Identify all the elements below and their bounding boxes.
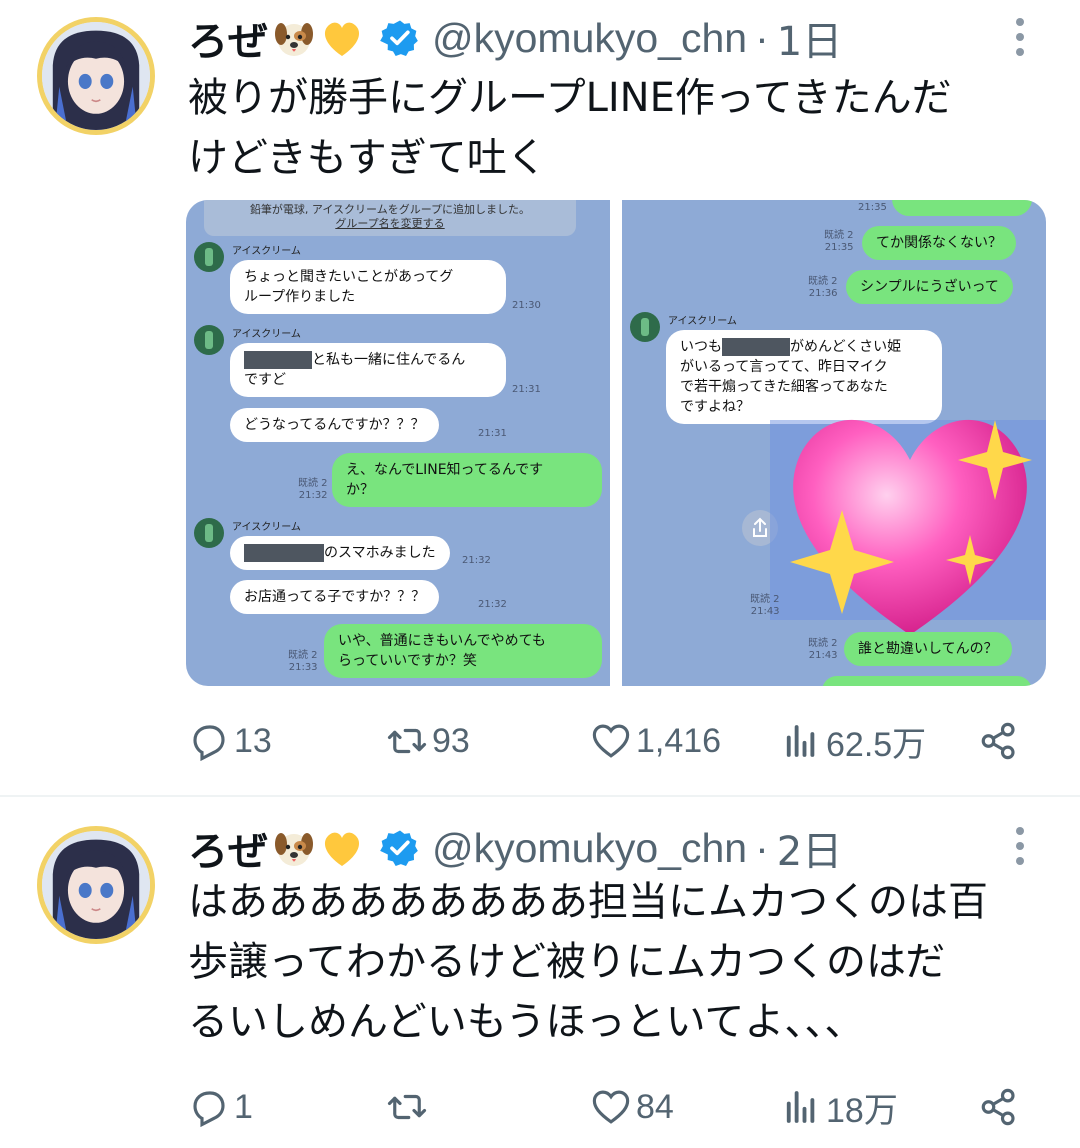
read-receipt: 既読 2 21:43 [808,638,838,661]
chat-time: 21:32 [478,599,507,610]
retweet-count: 93 [432,721,470,760]
chat-time: 21:31 [478,428,507,439]
display-name[interactable]: ろぜ [188,9,268,67]
tweet-text: 被りが勝手にグループLINE作ってきたんだ けどきもすぎて吐く [188,75,952,181]
sender-name: アイスクリーム [232,329,301,340]
tweet-actions: 1 84 18万 [188,1082,1028,1132]
sender-name: アイスクリーム [232,246,301,257]
chat-time: 21:35 [858,202,887,213]
chat-bubble-sent [822,676,1032,686]
chat-bubble: お店通ってる子ですか？？？ [230,580,440,614]
retweet-icon [387,728,427,754]
sender-name: アイスクリーム [232,522,301,533]
like-count: 1,416 [636,721,722,760]
tweet-media[interactable]: 鉛筆が電球, アイスクリームをグループに追加しました。 グループ名を変更する ア… [186,200,1046,686]
sender-avatar [194,242,224,272]
separator: · [755,824,769,871]
views-button[interactable]: 18万 [780,1082,898,1132]
views-icon [786,725,815,757]
read-receipt: 既読 2 21:35 [824,230,854,253]
redacted-bar [244,544,324,562]
reply-count: 1 [234,1087,253,1126]
chat-bubble-sent: 誰と勘違いしてんの？ [844,632,1012,666]
read-receipt: 既読 2 21:36 [808,276,838,299]
share-icon [981,1088,1015,1126]
timestamp[interactable]: 1日 [777,9,842,67]
share-button[interactable] [978,716,1020,766]
tweet-header: ろぜ @kyomukyo_chn · 2日 [188,824,842,876]
views-count: 62.5万 [826,725,927,764]
reply-button[interactable]: 1 [188,1082,253,1132]
read-receipt: 既読 2 21:32 [298,478,328,501]
separator: · [755,14,769,61]
views-count: 18万 [826,1091,898,1130]
tweet-header: ろぜ @kyomukyo_chn · 1日 [188,14,842,66]
more-icon[interactable] [1013,827,1027,867]
tweet-actions: 13 93 1,416 62.5万 [188,716,1028,766]
reply-icon [193,725,225,762]
share-icon [981,722,1015,760]
reply-count: 13 [234,721,272,760]
more-icon[interactable] [1013,18,1027,58]
chat-bubble-sent: いや、普通にきもいんでやめても らっていいですか？笑 [324,624,602,678]
retweet-button[interactable] [386,1082,432,1132]
like-button[interactable]: 84 [590,1082,674,1132]
verified-icon [380,20,418,56]
views-button[interactable]: 62.5万 [780,716,926,766]
handle[interactable]: @kyomukyo_chn [432,825,747,872]
like-icon [592,1090,630,1124]
redacted-bar [244,351,312,369]
dog-emoji-icon [275,833,313,866]
sparkling-heart-icon [770,419,1046,635]
avatar[interactable] [37,826,155,944]
read-receipt: 既読 2 21:43 [750,594,780,617]
chat-bubble: ちょっと聞きたいことがあってグ ループ作りました [230,260,506,314]
chat-bubble: と私も一緒に住んでるん ですど [230,343,506,397]
tweet-text: はあああああああああ担当にムカつくのは百 歩譲ってわかるけど被りにムカつくのはだ… [188,879,988,1045]
share-button[interactable] [978,1082,1020,1132]
retweet-button[interactable]: 93 [386,716,470,766]
timestamp[interactable]: 2日 [777,819,842,877]
chat-bubble-sent [892,200,1032,216]
sender-name: アイスクリーム [668,316,737,327]
verified-icon [380,830,418,866]
chat-time: 21:30 [512,300,541,311]
tweet[interactable]: ろぜ @kyomukyo_chn · 2日 はあああああああああ担当にムカつくの… [0,797,1080,1148]
chat-bubble: どうなってるんですか？？？ [230,408,439,442]
chat-screenshot-left[interactable]: 鉛筆が電球, アイスクリームをグループに追加しました。 グループ名を変更する ア… [186,200,610,686]
yellow-heart-icon [324,22,360,56]
chat-time: 21:32 [462,555,491,566]
reply-icon [193,1091,225,1128]
dog-emoji-icon [275,23,313,56]
views-icon [786,1091,815,1123]
chat-bubble-sent: シンプルにうざいって [846,270,1013,304]
redacted-bar [722,338,790,356]
chat-bubble-sent: てか関係なくない？ [862,226,1016,260]
display-name[interactable]: ろぜ [188,819,268,877]
chat-screenshot-right[interactable]: 21:35 既読 2 21:35 てか関係なくない？ 既読 2 21:36 シン… [622,200,1046,686]
chat-bubble: のスマホみました [230,536,450,570]
like-count: 84 [636,1087,674,1126]
tweet[interactable]: ろぜ @kyomukyo_chn · 1日 被りが勝手にグループLINE作ってき… [0,0,1080,795]
chat-time: 21:31 [512,384,541,395]
sender-avatar [194,518,224,548]
read-receipt: 既読 2 21:33 [288,650,318,673]
like-button[interactable]: 1,416 [590,716,721,766]
retweet-icon [387,1094,427,1120]
avatar[interactable] [37,17,155,135]
sender-avatar [194,325,224,355]
reply-button[interactable]: 13 [188,716,272,766]
yellow-heart-icon [324,832,360,866]
chat-bubble-sent: え、なんでLINE知ってるんです か？ [332,453,602,507]
system-message: 鉛筆が電球, アイスクリームをグループに追加しました。 グループ名を変更する [204,200,576,236]
like-icon [592,724,630,758]
handle[interactable]: @kyomukyo_chn [432,15,747,62]
sender-avatar [630,312,660,342]
